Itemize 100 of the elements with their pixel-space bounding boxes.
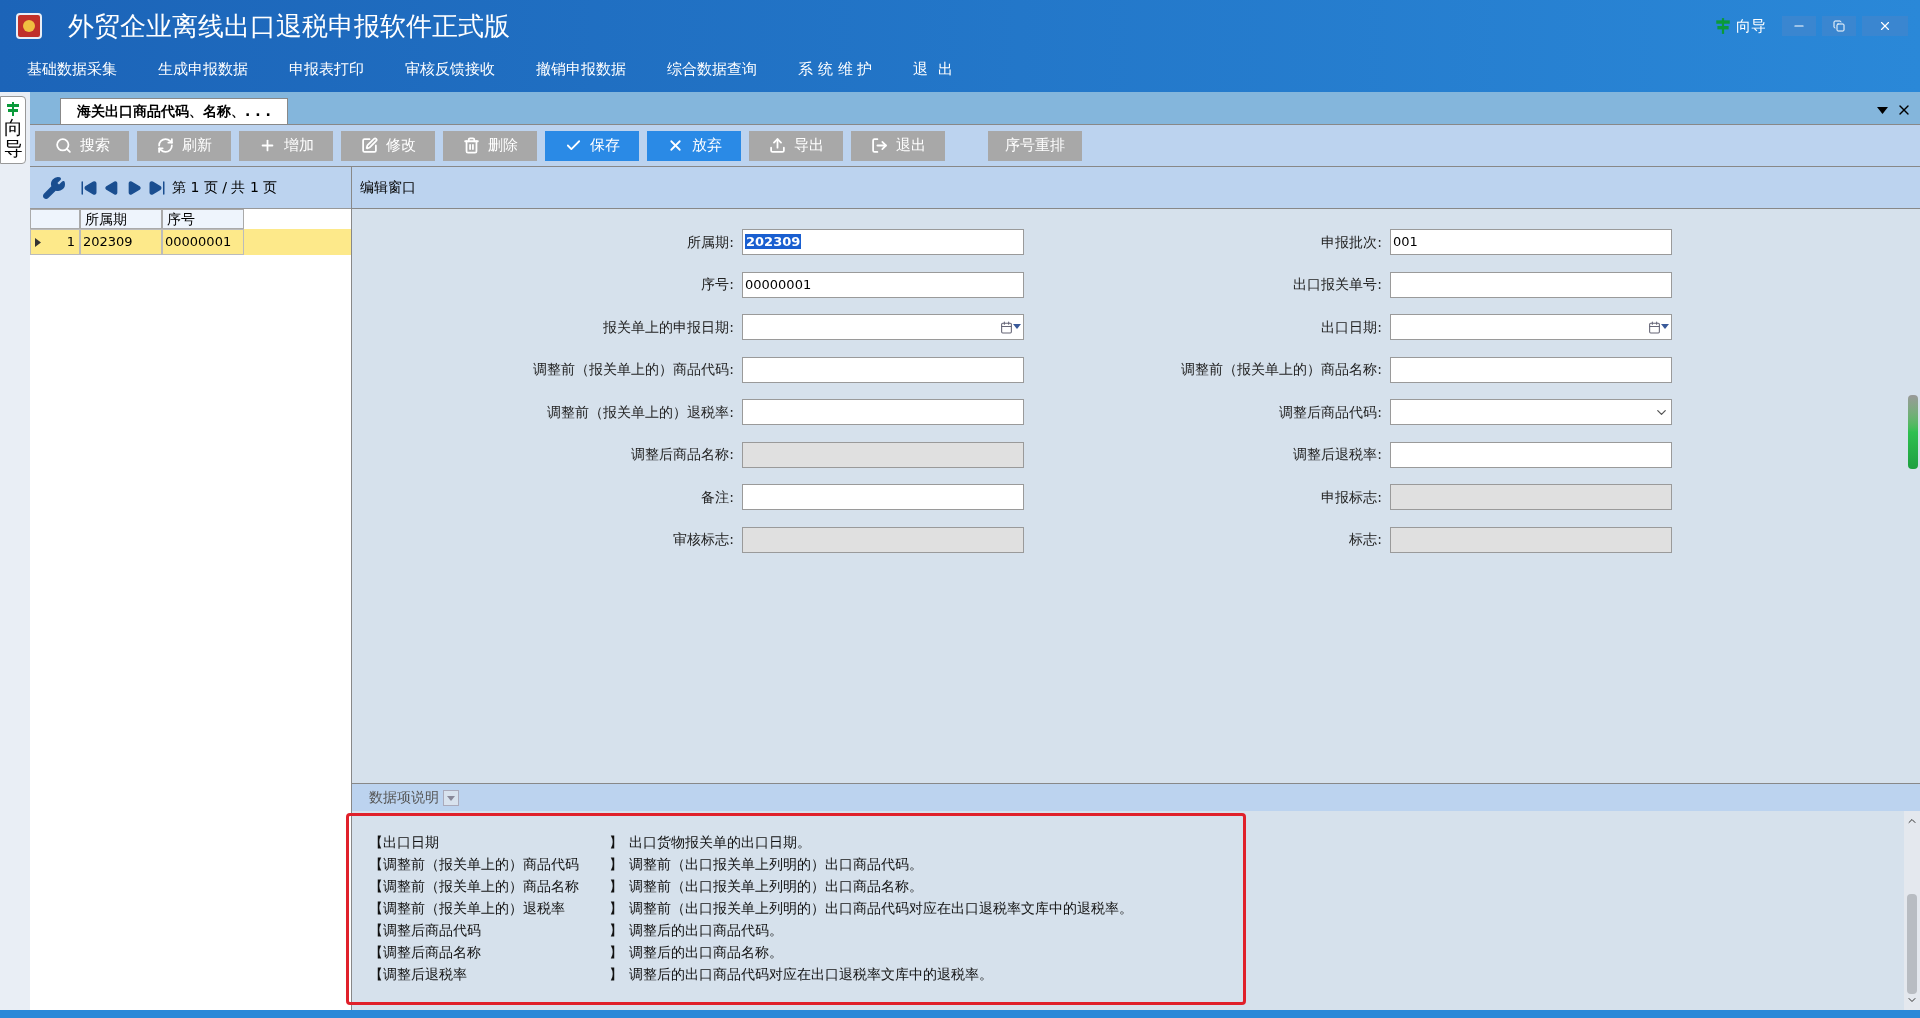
data-item-description: 调整后的出口商品名称。 [629,942,783,962]
first-page-icon[interactable] [80,178,98,197]
menu-item[interactable]: 基础数据采集 [27,57,117,81]
bracket-mark: 】 [609,854,624,874]
menu-item[interactable]: 综合数据查询 [667,57,757,81]
field-label: 调整后商品名称: [631,445,734,464]
field-label: 所属期: [687,232,734,252]
row-header-cell[interactable]: 1 [30,229,80,255]
restore-icon [1833,20,1845,32]
field-label: 调整前（报关单上的）退税率: [547,402,734,422]
field-label: 申报批次: [1321,232,1382,252]
wrench-icon[interactable] [42,175,66,200]
page-indicator: 第 1 页 / 共 1 页 [172,178,278,197]
field-value: 00000001 [745,276,812,292]
next-page-icon[interactable] [126,179,142,196]
previous-page-icon[interactable] [104,179,120,196]
calendar-icon[interactable] [1000,320,1021,334]
input-field[interactable]: 00000001 [742,271,1024,298]
field-value: 202309 [745,234,802,250]
minimize-button[interactable] [1782,16,1816,36]
data-item-name: 【调整前（报关单上的）退税率 [369,898,566,918]
field-label: 序号: [701,275,734,294]
signpost-icon [1714,17,1732,35]
section-title: 数据项说明 [369,788,439,807]
field-label: 调整前（报关单上的）商品名称: [1181,360,1382,379]
data-item-name: 【调整前（报关单上的）商品代码 [369,854,580,874]
data-item-description: 出口货物报关单的出口日期。 [629,832,811,852]
table-cell: 202309 [80,229,162,255]
scrollbar-thumb[interactable] [1908,395,1918,469]
data-item-name: 【出口日期 [369,832,440,852]
collapse-icon[interactable] [443,789,459,806]
search-icon [54,137,72,154]
date-field[interactable] [1390,314,1672,340]
grid-row[interactable]: 1 202309 00000001 [30,229,351,255]
data-item-description: 调整后的出口商品代码。 [629,920,783,940]
dropdown-field[interactable] [1390,399,1672,425]
input-field[interactable] [1390,356,1672,383]
menu-item[interactable]: 申报表打印 [289,57,364,81]
guide-side-tab[interactable]: 向导 [0,96,26,164]
data-item-name: 【调整后退税率 [369,964,468,984]
data-item-description: 调整前（出口报关单上列明的）出口商品代码。 [629,854,923,874]
data-item-name: 【调整后商品代码 [369,920,482,940]
field-label: 调整前（报关单上的）商品代码: [533,360,734,379]
row-number: 1 [66,233,75,252]
scrollbar[interactable] [1904,811,1920,1010]
panel-title: 编辑窗口 [360,178,416,197]
bracket-mark: 】 [609,876,624,896]
input-field[interactable] [1390,441,1672,468]
menu-item[interactable]: 审核反馈接收 [405,57,495,81]
date-field[interactable] [742,314,1024,340]
field-label: 调整后退税率: [1293,445,1382,464]
upload-icon [768,137,786,154]
column-header[interactable]: 所属期 [80,209,162,229]
table-cell: 00000001 [162,229,244,255]
menu-item[interactable]: 退 出 [913,57,953,81]
field-label: 标志: [1349,530,1382,549]
edit-icon [360,137,378,154]
field-value: 001 [1393,234,1418,250]
menu-item[interactable]: 生成申报数据 [158,57,248,81]
field-label: 出口日期: [1321,317,1382,337]
close-button[interactable] [1862,16,1908,36]
input-field[interactable]: 001 [1390,229,1672,255]
menu-item[interactable]: 系 统 维 护 [798,57,873,81]
signpost-icon [5,101,21,117]
restore-button[interactable] [1822,16,1856,36]
input-field[interactable]: 202309 [742,229,1024,255]
close-icon [1878,19,1892,33]
data-item-description: 调整后的出口商品代码对应在出口退税率文库中的退税率。 [629,964,993,984]
input-field[interactable] [742,399,1024,425]
toolbar-button[interactable]: 保存 [545,130,639,161]
guide-link[interactable]: 向导 [1736,14,1766,38]
current-row-icon [35,237,41,247]
field-label: 申报标志: [1321,487,1382,507]
toolbar-button[interactable]: 放弃 [647,130,741,161]
input-field[interactable] [742,356,1024,383]
app-logo-icon [16,13,42,39]
data-item-name: 【调整后商品名称 [369,942,482,962]
dropdown-arrow-icon[interactable] [1877,106,1888,114]
input-field[interactable] [742,484,1024,510]
document-tab[interactable]: 海关出口商品代码、名称、. . . [60,98,288,124]
last-page-icon[interactable] [148,178,166,197]
column-header[interactable]: 序号 [162,209,244,229]
trash-icon [462,137,480,154]
window-title: 外贸企业离线出口退税申报软件正式版 [68,9,510,43]
bracket-mark: 】 [609,964,624,984]
menu-item[interactable]: 撤销申报数据 [536,57,626,81]
bracket-mark: 】 [609,920,624,940]
bracket-mark: 】 [609,898,624,918]
field-label: 出口报关单号: [1293,275,1382,294]
data-item-name: 【调整前（报关单上的）商品名称 [369,876,580,896]
field-label: 调整后商品代码: [1279,402,1382,422]
data-item-description: 调整前（出口报关单上列明的）出口商品代码对应在出口退税率文库中的退税率。 [629,898,1133,918]
data-item-description: 调整前（出口报关单上列明的）出口商品名称。 [629,876,923,896]
field-label: 备注: [701,487,734,507]
refresh-icon [156,137,174,154]
input-field[interactable] [1390,271,1672,298]
bracket-mark: 】 [609,832,624,852]
bracket-mark: 】 [609,942,624,962]
calendar-icon[interactable] [1648,320,1669,334]
field-label: 报关单上的申报日期: [603,317,734,337]
